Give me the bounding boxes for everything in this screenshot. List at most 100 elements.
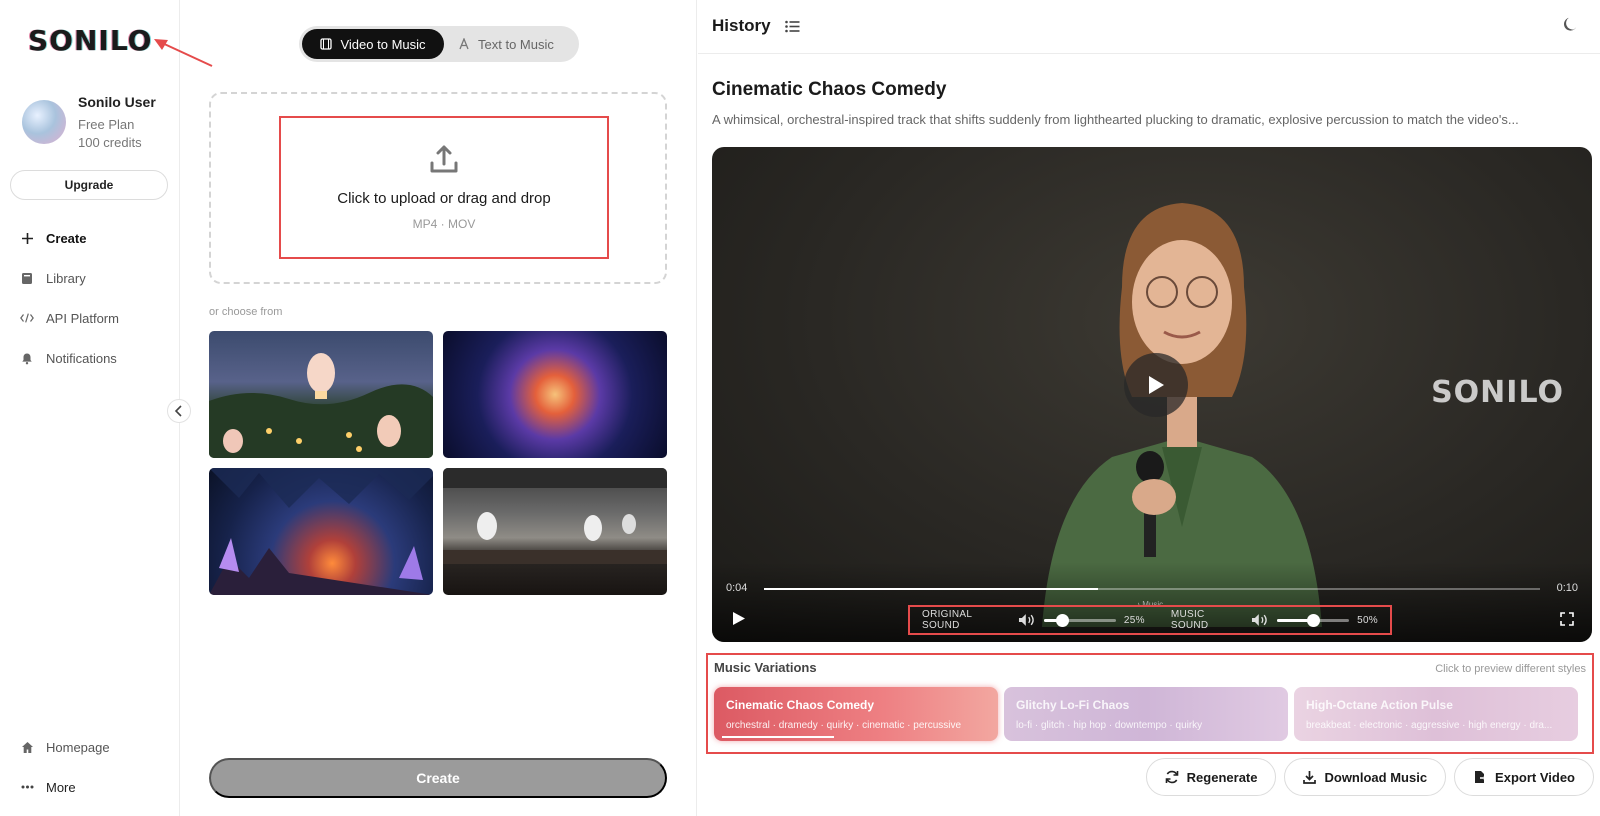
track-description: A whimsical, orchestral-inspired track t… — [712, 112, 1519, 127]
home-icon — [20, 740, 34, 754]
slider-knob[interactable] — [1306, 613, 1320, 627]
variation-tags: breakbeat · electronic · aggressive · hi… — [1306, 720, 1553, 731]
sidebar-item-library[interactable]: Library — [20, 258, 119, 298]
text-icon — [459, 38, 469, 50]
sidebar-bottom-nav: Homepage More — [20, 727, 110, 807]
sidebar-item-create[interactable]: Create — [20, 218, 119, 258]
history-header: History — [698, 0, 1600, 54]
fullscreen-icon — [1560, 612, 1574, 626]
history-title: History — [712, 16, 800, 36]
sidebar-item-label: Library — [46, 270, 86, 286]
variation-card-cinematic-chaos-comedy[interactable]: Cinematic Chaos Comedy orchestral · dram… — [714, 687, 998, 741]
variation-cards: Cinematic Chaos Comedy orchestral · dram… — [714, 687, 1578, 741]
user-name: Sonilo User — [78, 94, 156, 110]
upgrade-button[interactable]: Upgrade — [10, 170, 168, 200]
original-sound-label: ORIGINAL SOUND — [922, 609, 972, 631]
upload-highlight-box[interactable]: Click to upload or drag and drop MP4 · M… — [279, 116, 609, 259]
original-sound-slider[interactable] — [1043, 613, 1116, 627]
music-variations: Music Variations Click to preview differ… — [706, 653, 1594, 754]
volume-icon[interactable] — [1018, 613, 1036, 627]
video-watermark: SONILO — [1431, 375, 1564, 410]
user-credits: 100 credits — [78, 135, 142, 150]
upload-icon — [430, 145, 458, 173]
download-icon — [1303, 771, 1317, 784]
history-panel: History Cinematic Chaos Comedy A whimsic… — [698, 0, 1600, 816]
sidebar: SONILO Sonilo User Free Plan 100 credits… — [0, 0, 213, 816]
mode-toggle: Video to Music Text to Music — [299, 26, 579, 62]
music-sound-label: MUSIC SOUND — [1170, 609, 1209, 631]
download-music-button[interactable]: Download Music — [1284, 758, 1447, 796]
regenerate-label: Regenerate — [1186, 769, 1258, 785]
variation-title: High-Octane Action Pulse — [1306, 698, 1453, 712]
play-icon — [1149, 376, 1164, 394]
theme-toggle-button[interactable] — [1562, 16, 1578, 37]
film-icon — [320, 38, 333, 50]
music-sound-value: 50% — [1357, 614, 1378, 626]
nebula-thumbnail[interactable] — [443, 331, 667, 458]
track-title: Cinematic Chaos Comedy — [712, 79, 947, 100]
bell-icon — [20, 351, 34, 365]
video-progress-fill — [764, 588, 1098, 590]
kitchen-scene-icon — [443, 468, 667, 564]
sonilo-logo[interactable]: SONILO — [28, 24, 152, 57]
upload-dropzone[interactable]: Click to upload or drag and drop MP4 · M… — [209, 92, 667, 284]
sidebar-nav: Create Library API Platform Notification… — [20, 218, 119, 378]
list-icon[interactable] — [784, 20, 800, 33]
avatar — [22, 100, 66, 144]
user-plan: Free Plan — [78, 117, 135, 132]
big-play-button[interactable] — [1124, 353, 1188, 417]
action-buttons: Regenerate Download Music Export Video — [1145, 758, 1594, 796]
sidebar-item-homepage[interactable]: Homepage — [20, 727, 110, 767]
music-sound-slider[interactable] — [1276, 613, 1350, 627]
history-title-text: History — [712, 16, 771, 35]
composer-panel: Video to Music Text to Music Click to up… — [181, 0, 697, 816]
more-icon — [20, 780, 34, 794]
lanterns-scene-icon — [209, 353, 433, 458]
app-root: SONILO Sonilo User Free Plan 100 credits… — [0, 0, 1600, 816]
variations-label: Music Variations — [714, 660, 817, 675]
plus-icon — [20, 231, 34, 245]
export-video-button[interactable]: Export Video — [1454, 758, 1594, 796]
create-button[interactable]: Create — [209, 758, 667, 798]
video-player[interactable]: SONILO 0:04 0:10 ♪ Music ORIGINAL SOUND — [712, 147, 1592, 642]
play-icon — [733, 612, 745, 625]
sidebar-item-api-platform[interactable]: API Platform — [20, 298, 119, 338]
sidebar-item-label: Create — [46, 230, 87, 246]
mode-text-to-music-button[interactable]: Text to Music — [444, 29, 568, 59]
variations-hint: Click to preview different styles — [1435, 663, 1586, 675]
variation-card-glitchy-lofi-chaos[interactable]: Glitchy Lo-Fi Chaos lo-fi · glitch · hip… — [1004, 687, 1288, 741]
book-icon — [20, 271, 34, 285]
crystal-cave-thumbnail[interactable] — [209, 468, 433, 595]
variation-title: Glitchy Lo-Fi Chaos — [1016, 698, 1130, 712]
lanterns-thumbnail[interactable] — [209, 331, 433, 458]
sidebar-item-label: API Platform — [46, 310, 119, 326]
fullscreen-button[interactable] — [1560, 612, 1574, 631]
variation-title: Cinematic Chaos Comedy — [726, 698, 875, 712]
code-icon — [20, 311, 34, 325]
sound-mixer: ORIGINAL SOUND 25% MUSIC SOUND 50% — [908, 605, 1392, 635]
kitchen-thumbnail[interactable] — [443, 468, 667, 595]
video-progress-bar[interactable] — [764, 588, 1540, 590]
end-time: 0:10 — [1556, 582, 1578, 594]
variation-card-high-octane-action-pulse[interactable]: High-Octane Action Pulse breakbeat · ele… — [1294, 687, 1578, 741]
sidebar-item-label: Homepage — [46, 739, 110, 755]
choose-from-label: or choose from — [209, 306, 283, 318]
volume-icon[interactable] — [1251, 613, 1269, 627]
sidebar-item-more[interactable]: More — [20, 767, 110, 807]
mode-video-to-music-button[interactable]: Video to Music — [302, 29, 444, 59]
upload-title: Click to upload or drag and drop — [337, 190, 551, 207]
sidebar-item-notifications[interactable]: Notifications — [20, 338, 119, 378]
download-music-label: Download Music — [1324, 769, 1428, 785]
cave-scene-icon — [209, 468, 433, 595]
user-profile[interactable]: Sonilo User Free Plan 100 credits — [22, 94, 156, 152]
original-sound-value: 25% — [1123, 614, 1145, 626]
slider-knob[interactable] — [1055, 613, 1069, 627]
moon-icon — [1564, 17, 1577, 31]
mode-label: Text to Music — [478, 36, 554, 52]
variation-playback-progress — [722, 736, 834, 738]
upload-formats: MP4 · MOV — [412, 217, 476, 231]
export-video-label: Export Video — [1495, 769, 1575, 785]
play-button[interactable] — [732, 611, 746, 631]
regenerate-button[interactable]: Regenerate — [1145, 758, 1277, 796]
sample-videos-grid — [209, 331, 667, 595]
